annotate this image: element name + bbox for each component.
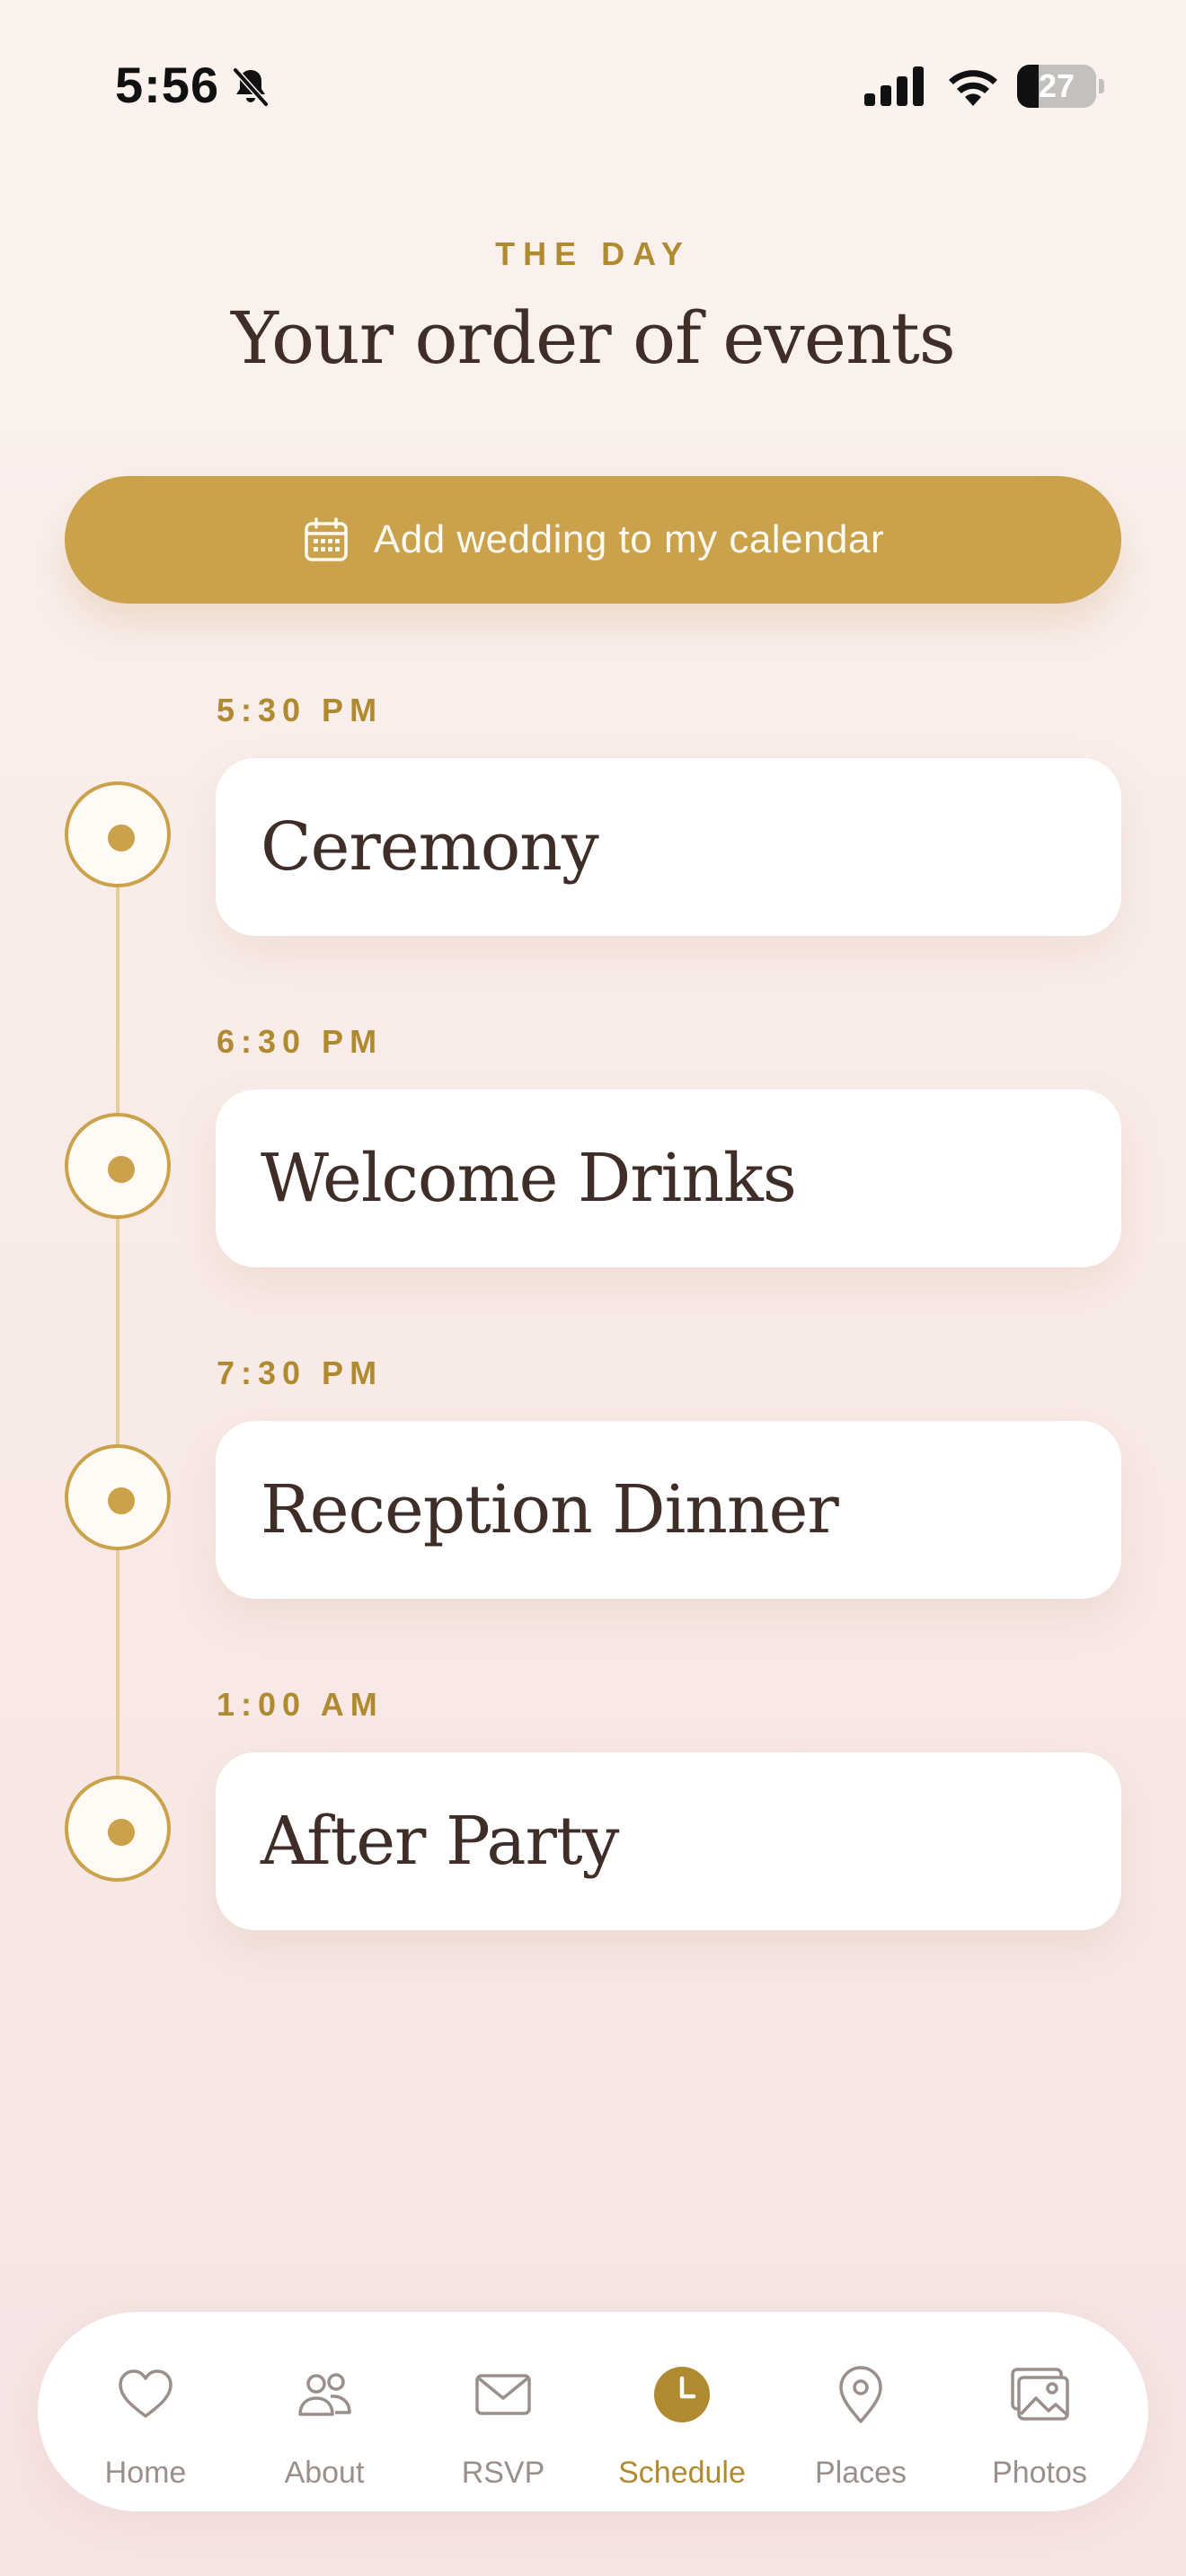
- battery-percent: 27: [1038, 67, 1075, 104]
- tab-places[interactable]: Places: [771, 2312, 951, 2511]
- calendar-icon: [305, 517, 348, 561]
- clock-icon: [654, 2367, 710, 2422]
- wifi-icon: [949, 70, 997, 106]
- event-time: 6:30 PM: [217, 1023, 384, 1060]
- timeline-marker-dot: [108, 1819, 135, 1846]
- event-time: 7:30 PM: [217, 1354, 384, 1391]
- event-title: Ceremony: [261, 808, 599, 886]
- status-time: 5:56: [115, 57, 220, 113]
- event-card-ceremony[interactable]: Ceremony: [216, 758, 1121, 936]
- event-title: After Party: [261, 1803, 619, 1880]
- timeline-marker: [65, 781, 171, 887]
- timeline-marker-dot: [108, 825, 135, 851]
- photos-icon: [1011, 2368, 1069, 2421]
- battery-cap: [1099, 79, 1104, 93]
- event-time: 1:00 AM: [217, 1686, 384, 1723]
- event-title: Reception Dinner: [261, 1471, 839, 1548]
- cellular-signal-icon: [864, 66, 924, 106]
- event-card-reception-dinner[interactable]: Reception Dinner: [216, 1421, 1121, 1599]
- tab-label: Photos: [992, 2456, 1087, 2490]
- tab-label: Places: [814, 2456, 907, 2490]
- bottom-tab-bar: Home About RSVP Schedule Places Photos: [38, 2312, 1148, 2511]
- timeline-line: [116, 887, 119, 1831]
- event-time: 5:30 PM: [217, 692, 384, 728]
- battery-body: 27: [1017, 65, 1096, 108]
- page-title: Your order of events: [231, 296, 956, 380]
- timeline-marker: [65, 1113, 171, 1219]
- timeline-marker-dot: [108, 1487, 135, 1514]
- heart-icon: [119, 2369, 173, 2418]
- tab-label: RSVP: [461, 2456, 545, 2490]
- event-card-after-party[interactable]: After Party: [216, 1752, 1121, 1930]
- bell-slash-icon: [233, 67, 269, 107]
- add-to-calendar-button[interactable]: Add wedding to my calendar: [65, 476, 1121, 604]
- tab-schedule[interactable]: Schedule: [592, 2312, 772, 2511]
- timeline-marker-dot: [108, 1156, 135, 1183]
- add-to-calendar-label: Add wedding to my calendar: [373, 517, 885, 561]
- envelope-icon: [475, 2374, 531, 2415]
- tab-photos[interactable]: Photos: [950, 2312, 1129, 2511]
- tab-rsvp[interactable]: RSVP: [413, 2312, 593, 2511]
- timeline-marker: [65, 1776, 171, 1882]
- tab-label: About: [284, 2456, 365, 2490]
- event-title: Welcome Drinks: [261, 1140, 797, 1217]
- people-icon: [298, 2373, 351, 2416]
- event-card-welcome-drinks[interactable]: Welcome Drinks: [216, 1090, 1121, 1267]
- tab-home[interactable]: Home: [56, 2312, 235, 2511]
- section-eyebrow: THE DAY: [495, 235, 691, 272]
- map-pin-icon: [839, 2366, 882, 2423]
- timeline-marker: [65, 1444, 171, 1550]
- battery-icon: 27: [1017, 65, 1104, 108]
- tab-label: Schedule: [618, 2456, 746, 2490]
- tab-about[interactable]: About: [235, 2312, 414, 2511]
- status-bar: 5:56 27: [0, 0, 1186, 171]
- tab-label: Home: [104, 2456, 187, 2490]
